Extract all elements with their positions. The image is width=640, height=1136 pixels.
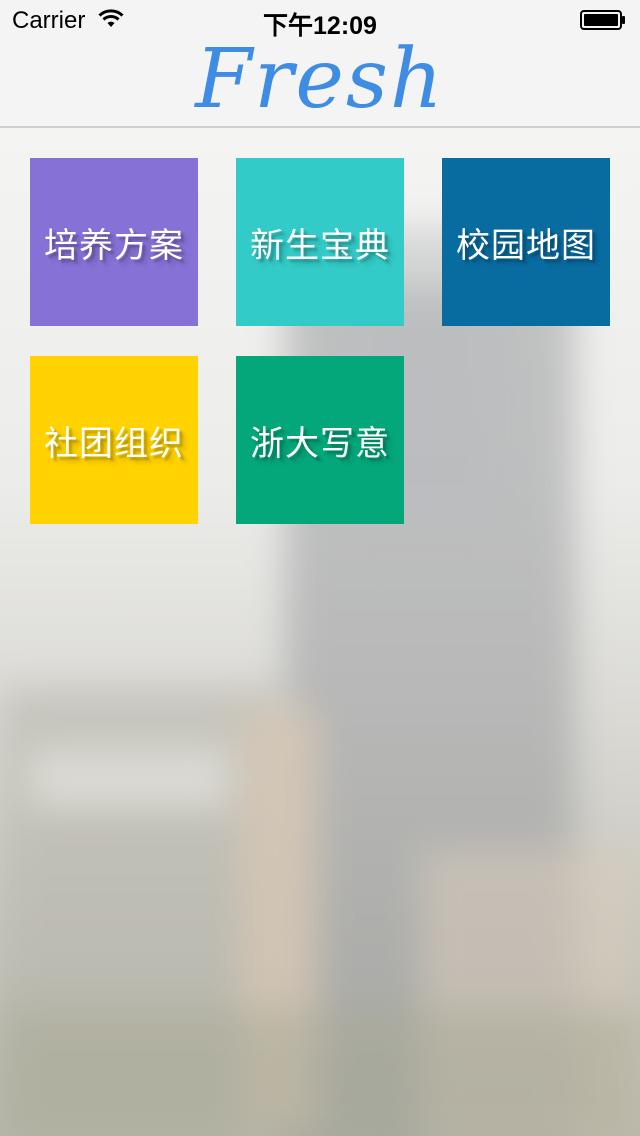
navigation-bar: Carrier 下午12:09 Fresh bbox=[0, 0, 640, 128]
tile-zju-impressions[interactable]: 浙大写意 bbox=[236, 356, 404, 524]
tile-freshman-guide[interactable]: 新生宝典 bbox=[236, 158, 404, 326]
tile-student-clubs[interactable]: 社团组织 bbox=[30, 356, 198, 524]
tile-training-program[interactable]: 培养方案 bbox=[30, 158, 198, 326]
app-title: Fresh bbox=[195, 32, 445, 127]
battery-icon bbox=[580, 10, 625, 30]
tile-campus-map[interactable]: 校园地图 bbox=[442, 158, 610, 326]
